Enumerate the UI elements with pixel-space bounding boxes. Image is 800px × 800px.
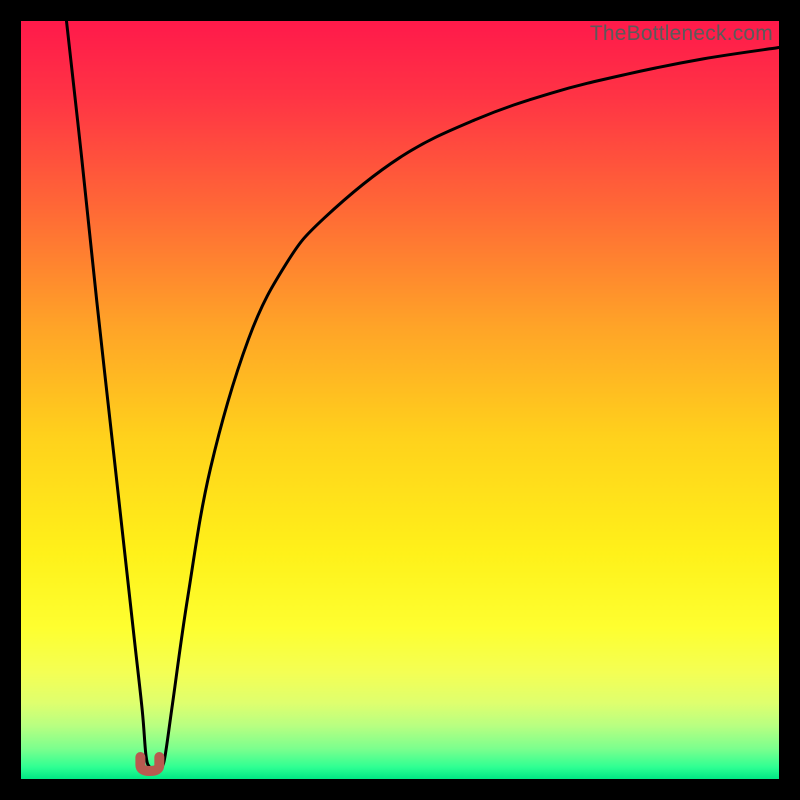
plot-area: TheBottleneck.com	[21, 21, 779, 779]
dip-marker-icon	[140, 757, 159, 771]
watermark-text: TheBottleneck.com	[590, 22, 773, 46]
bottleneck-curve	[21, 21, 779, 779]
curve-line	[66, 21, 779, 772]
